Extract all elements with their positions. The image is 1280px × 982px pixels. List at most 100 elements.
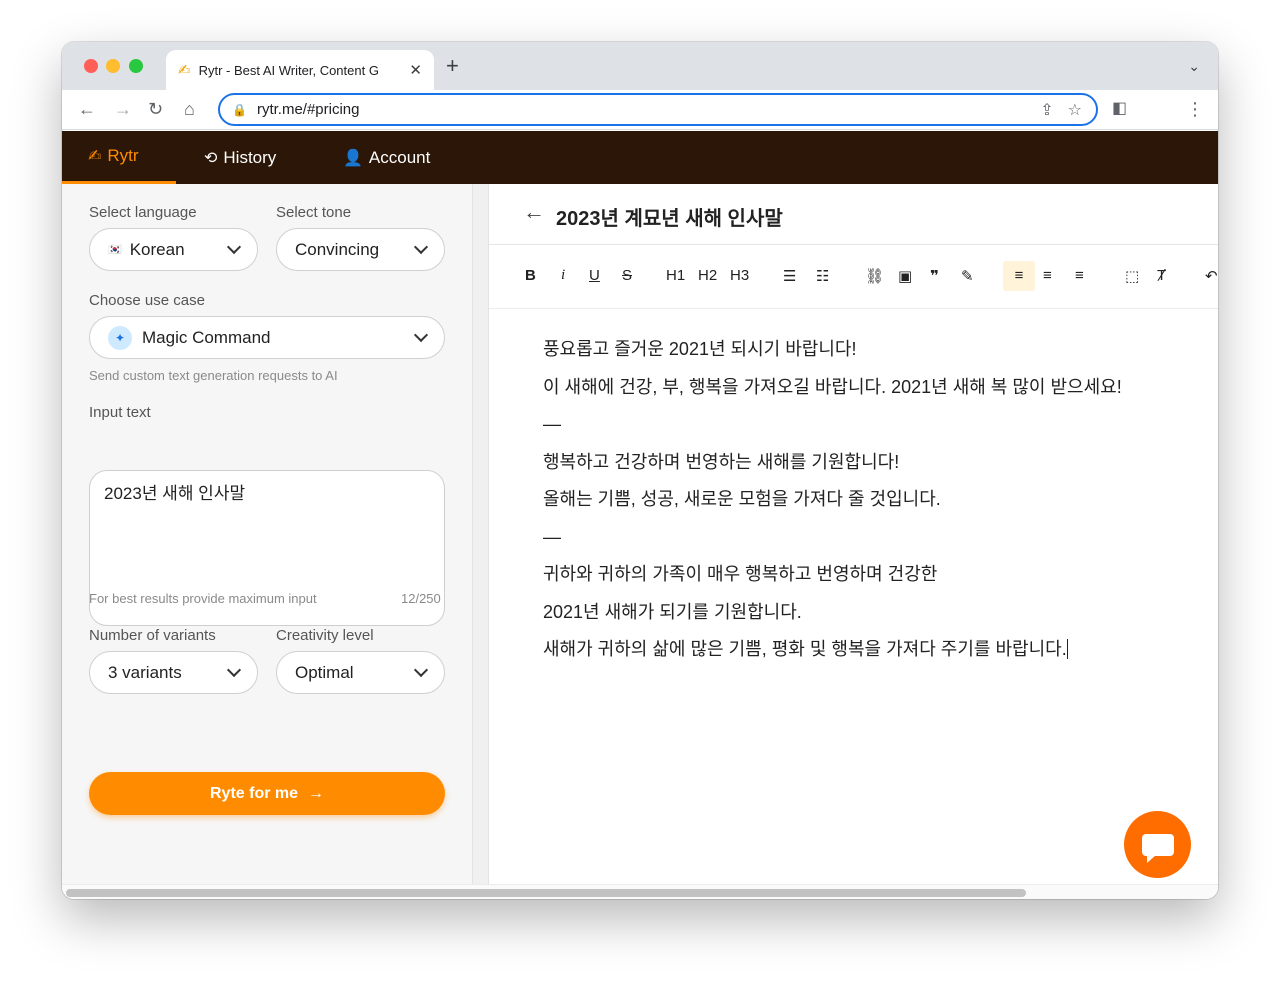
tone-label: Select tone xyxy=(276,204,352,221)
bold-button[interactable]: B xyxy=(525,267,536,284)
close-window-button[interactable] xyxy=(84,59,98,73)
url-text[interactable]: rytr.me/#pricing xyxy=(257,101,1040,118)
zoom-window-button[interactable] xyxy=(129,59,143,73)
magic-wand-icon: ✦ xyxy=(108,325,132,350)
chevron-down-icon xyxy=(413,662,429,677)
use-case-select[interactable]: ✦ Magic Command xyxy=(89,316,445,359)
use-case-hint: Send custom text generation requests to … xyxy=(89,368,338,383)
heading1-button[interactable]: H1 xyxy=(666,267,685,284)
quote-icon[interactable]: ❞ xyxy=(930,267,939,285)
document-title: 2023년 계묘년 새해 인사말 xyxy=(556,208,783,230)
document-header: ← 2023년 계묘년 새해 인사말 xyxy=(489,184,1218,245)
heading2-button[interactable]: H2 xyxy=(698,267,717,284)
nav-history-label: History xyxy=(223,147,277,167)
share-icon[interactable]: ⇪ xyxy=(1040,100,1053,120)
nav-account-label: Account xyxy=(368,147,431,167)
variants-select[interactable]: 3 variants xyxy=(89,651,258,694)
nav-account[interactable]: 👤 Account xyxy=(343,131,430,184)
chevron-down-icon xyxy=(413,327,429,342)
input-text-label: Input text xyxy=(89,404,151,421)
tab-search-chevron-icon[interactable]: ⌄ xyxy=(1188,58,1200,75)
clear-format-icon[interactable]: Ⱦ xyxy=(1157,267,1166,284)
bookmark-star-icon[interactable]: ☆ xyxy=(1068,100,1082,120)
back-arrow-icon[interactable]: ← xyxy=(78,98,96,120)
language-value: Korean xyxy=(129,239,185,259)
panel-splitter[interactable] xyxy=(472,184,489,884)
content-line: 올해는 기쁨, 성공, 새로운 모험을 가져다 줄 것입니다. xyxy=(543,489,941,509)
lock-icon: 🔒 xyxy=(232,102,247,117)
heading3-button[interactable]: H3 xyxy=(730,267,749,284)
minimize-window-button[interactable] xyxy=(106,59,120,73)
scrollbar-thumb[interactable] xyxy=(66,889,1026,897)
highlight-pen-icon[interactable]: ✎ xyxy=(961,267,974,285)
select-all-icon[interactable]: ⬚ xyxy=(1125,267,1139,285)
address-bar[interactable]: 🔒 rytr.me/#pricing ⇪ ☆ xyxy=(218,93,1098,126)
format-toolbar: B i U S H1 H2 H3 ☰ ☷ ⛓ ▣ ❞ ✎ ≡ ≡ ≡ ⬚ Ⱦ ↶ xyxy=(489,245,1218,309)
language-label: Select language xyxy=(89,204,197,221)
korea-flag-icon: 🇰🇷 xyxy=(108,244,122,256)
tone-select[interactable]: Convincing xyxy=(276,228,445,271)
language-select[interactable]: 🇰🇷 Korean xyxy=(89,228,258,271)
settings-panel: Select language Select tone 🇰🇷 Korean Co… xyxy=(62,184,472,884)
ordered-list-icon[interactable]: ☷ xyxy=(816,267,829,285)
more-menu-icon[interactable]: ⋮ xyxy=(1186,98,1204,120)
creativity-select[interactable]: Optimal xyxy=(276,651,445,694)
input-hint: For best results provide maximum input xyxy=(89,591,317,606)
forward-arrow-icon[interactable]: → xyxy=(114,98,132,120)
writing-hand-icon: ✍ xyxy=(88,148,102,165)
input-char-count: 12/250 xyxy=(401,591,441,606)
align-center-icon[interactable]: ≡ xyxy=(1043,267,1052,284)
chat-bubble-icon xyxy=(1141,833,1174,863)
chevron-down-icon xyxy=(226,239,242,254)
reload-icon[interactable]: ↻ xyxy=(148,98,163,120)
strikethrough-button[interactable]: S xyxy=(622,267,632,284)
input-textarea-value: 2023년 새해 인사말 xyxy=(104,484,246,503)
underline-button[interactable]: U xyxy=(589,267,600,284)
image-icon[interactable]: ▣ xyxy=(898,267,912,285)
chevron-down-icon xyxy=(226,662,242,677)
chat-support-button[interactable] xyxy=(1124,811,1191,878)
browser-tab[interactable]: ✍ Rytr - Best AI Writer, Content G ✕ xyxy=(166,50,434,90)
align-right-icon[interactable]: ≡ xyxy=(1075,267,1084,284)
content-line: — xyxy=(543,414,561,434)
align-left-icon[interactable]: ≡ xyxy=(1003,261,1035,291)
content-line-last: 새해가 귀하의 삶에 많은 기쁨, 평화 및 행복을 가져다 주기를 바랍니다. xyxy=(543,637,1183,675)
sidepanel-icon[interactable]: ◧ xyxy=(1112,98,1127,120)
use-case-value: Magic Command xyxy=(142,327,271,347)
variants-label: Number of variants xyxy=(89,627,216,644)
text-caret: 새해가 귀하의 삶에 많은 기쁨, 평화 및 행복을 가져다 주기를 바랍니다. xyxy=(543,639,1068,659)
chevron-down-icon xyxy=(413,239,429,254)
tab-close-icon[interactable]: ✕ xyxy=(409,61,422,79)
content-line: 이 새해에 건강, 부, 행복을 가져오길 바랍니다. 2021년 새해 복 많… xyxy=(543,376,1122,397)
creativity-value: Optimal xyxy=(295,662,354,682)
bullet-list-icon[interactable]: ☰ xyxy=(783,267,796,285)
user-icon: 👤 xyxy=(343,149,363,167)
tab-strip: ✍ Rytr - Best AI Writer, Content G ✕ + ⌄ xyxy=(62,42,1218,90)
nav-history[interactable]: ⟲ History xyxy=(204,131,276,184)
back-arrow-icon[interactable]: ← xyxy=(523,199,545,225)
ryte-for-me-button[interactable]: Ryte for me → xyxy=(89,772,445,815)
browser-window: ✍ Rytr - Best AI Writer, Content G ✕ + ⌄… xyxy=(62,42,1218,899)
ryte-button-label: Ryte for me xyxy=(209,784,299,802)
home-icon[interactable]: ⌂ xyxy=(184,98,195,120)
creativity-label: Creativity level xyxy=(276,627,374,644)
editor-content[interactable]: 풍요롭고 즐거운 2021년 되시기 바랍니다! 이 새해에 건강, 부, 행복… xyxy=(543,337,1183,675)
horizontal-scrollbar[interactable] xyxy=(62,884,1218,899)
app-header: ✍ Rytr ⟲ History 👤 Account xyxy=(62,131,1218,184)
content-line: — xyxy=(543,526,561,547)
content-line: 풍요롭고 즐거운 2021년 되시기 바랍니다! xyxy=(543,339,857,359)
arrow-right-icon: → xyxy=(308,784,325,802)
history-clock-icon: ⟲ xyxy=(204,149,218,167)
nav-rytr[interactable]: ✍ Rytr xyxy=(62,131,176,184)
undo-icon[interactable]: ↶ xyxy=(1205,267,1218,285)
browser-toolbar: ← → ↻ ⌂ 🔒 rytr.me/#pricing ⇪ ☆ ◧ ⋮ xyxy=(62,90,1218,130)
content-line: 행복하고 건강하며 번영하는 새해를 기원합니다! xyxy=(543,451,900,472)
italic-button[interactable]: i xyxy=(561,267,565,284)
content-line: 2021년 새해가 되기를 기원합니다. xyxy=(543,601,802,622)
tone-value: Convincing xyxy=(295,239,380,259)
new-tab-plus-icon[interactable]: + xyxy=(446,55,459,77)
use-case-label: Choose use case xyxy=(89,292,205,309)
link-icon[interactable]: ⛓ xyxy=(865,267,884,285)
variants-value: 3 variants xyxy=(108,662,182,682)
nav-rytr-label: Rytr xyxy=(107,146,139,165)
